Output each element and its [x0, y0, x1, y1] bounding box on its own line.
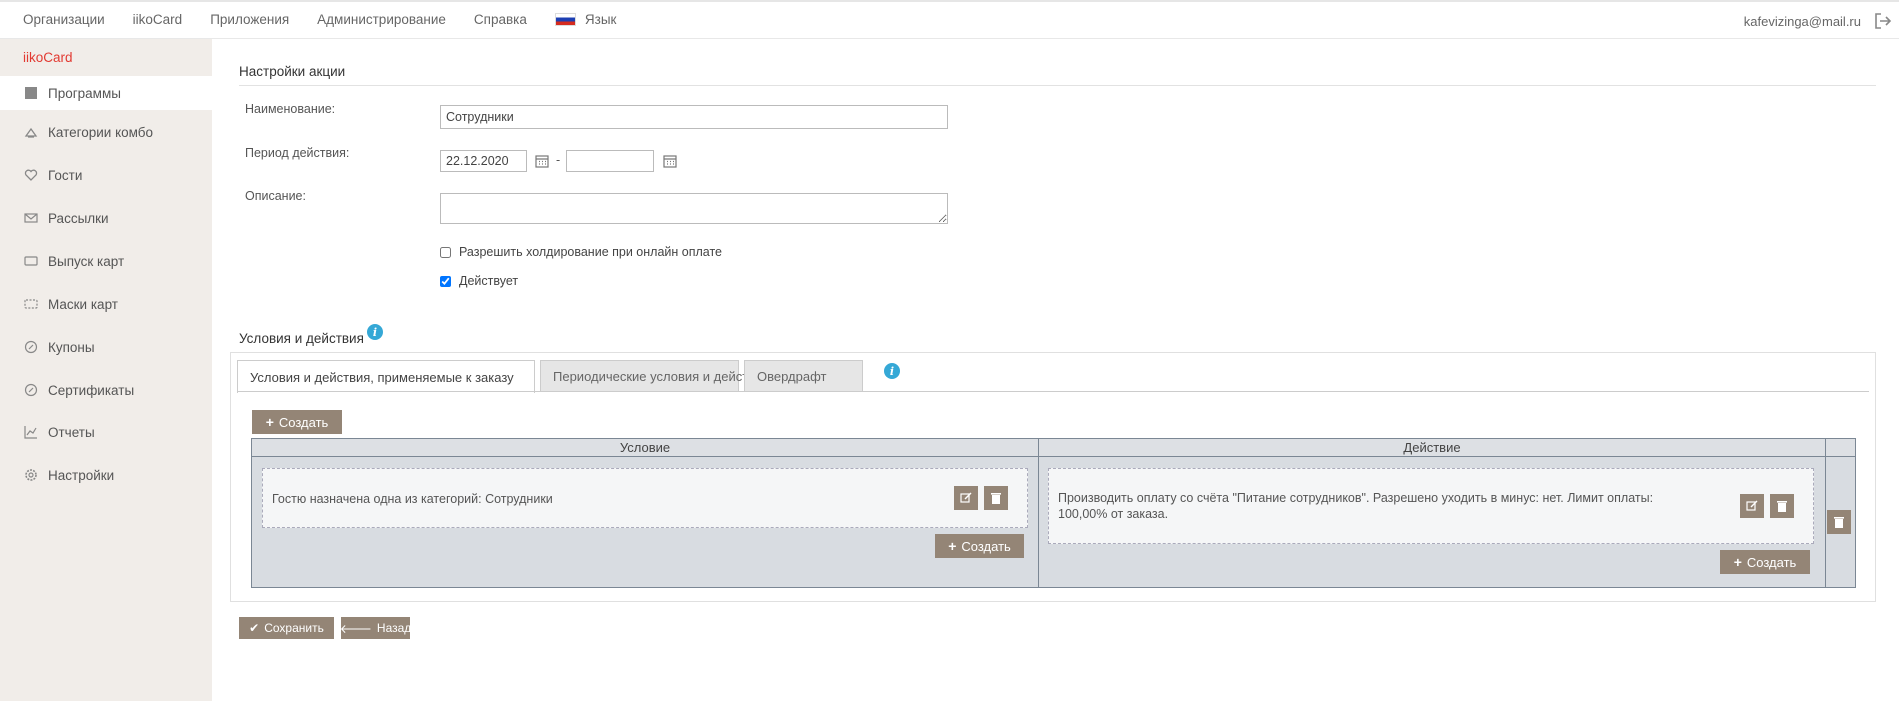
nav-organizations[interactable]: Организации — [23, 12, 105, 27]
sidebar-item-card-masks[interactable]: Маски карт — [0, 287, 212, 321]
divider — [239, 85, 1876, 86]
language-label: Язык — [584, 12, 617, 27]
nav-applications[interactable]: Приложения — [210, 12, 289, 27]
column-header-condition: Условие — [252, 439, 1038, 457]
create-condition-button[interactable]: + Создать — [935, 534, 1024, 558]
conditions-section-title: Условия и действия — [239, 331, 364, 346]
sidebar-item-settings[interactable]: Настройки — [0, 458, 212, 492]
sidebar-item-coupons[interactable]: Купоны — [0, 330, 212, 364]
name-input[interactable] — [440, 105, 948, 129]
sidebar-item-label: Сертификаты — [48, 382, 135, 398]
edit-action-button[interactable] — [1740, 494, 1764, 518]
calendar-icon[interactable] — [663, 154, 677, 168]
logout-icon[interactable] — [1873, 11, 1893, 31]
russia-flag-icon — [554, 13, 576, 26]
sidebar-item-mailings[interactable]: Рассылки — [0, 201, 212, 235]
info-icon[interactable]: i — [367, 324, 383, 340]
sidebar-item-label: Рассылки — [48, 210, 109, 226]
nav-language[interactable]: Язык — [554, 12, 617, 27]
condition-text: Гостю назначена одна из категорий: Сотру… — [272, 492, 553, 506]
gear-icon — [24, 468, 38, 482]
sidebar-item-card-issue[interactable]: Выпуск карт — [0, 244, 212, 278]
action-card: Производить оплату со счёта "Питание сот… — [1048, 468, 1814, 544]
card-icon — [24, 254, 38, 268]
active-label: Действует — [459, 274, 519, 288]
sidebar-item-certificates[interactable]: Сертификаты — [0, 373, 212, 407]
nav-iikocard[interactable]: iikoCard — [133, 12, 183, 27]
create-action-button[interactable]: + Создать — [1720, 550, 1810, 574]
active-checkbox-row[interactable]: Действует — [440, 274, 518, 288]
allow-hold-checkbox-row[interactable]: Разрешить холдирование при онлайн оплате — [440, 245, 722, 259]
column-divider — [1038, 439, 1039, 587]
nav-help[interactable]: Справка — [474, 12, 527, 27]
back-button[interactable]: 🡐 Назад — [339, 617, 411, 639]
user-email[interactable]: kafevizinga@mail.ru — [1744, 14, 1861, 29]
tab-periodic-conditions[interactable]: Периодические условия и действия — [540, 360, 769, 391]
sidebar-item-combo-categories[interactable]: Категории комбо — [0, 115, 212, 149]
heart-icon — [24, 168, 38, 182]
description-textarea[interactable] — [440, 193, 948, 224]
combo-icon — [24, 125, 38, 139]
create-condition-group-button[interactable]: + Создать — [252, 410, 342, 434]
calendar-icon[interactable] — [535, 154, 549, 168]
allow-hold-label: Разрешить холдирование при онлайн оплате — [459, 245, 722, 259]
square-icon — [24, 86, 38, 100]
settings-section-title: Настройки акции — [239, 64, 346, 79]
tabs-divider — [237, 391, 1869, 392]
chart-icon — [24, 425, 38, 439]
trash-icon — [1777, 501, 1787, 512]
check-icon: ✔ — [249, 621, 260, 635]
condition-card: Гостю назначена одна из категорий: Сотру… — [262, 468, 1028, 528]
top-nav: Организации iikoCard Приложения Админист… — [23, 12, 644, 27]
column-header-action: Действие — [1039, 439, 1825, 457]
sidebar-item-reports[interactable]: Отчеты — [0, 415, 212, 449]
delete-condition-button[interactable] — [984, 486, 1008, 510]
sidebar-brand[interactable]: iikoCard — [23, 50, 73, 65]
save-button[interactable]: ✔ Сохранить — [239, 617, 334, 639]
allow-hold-checkbox[interactable] — [440, 246, 451, 258]
action-text: Производить оплату со счёта "Питание сот… — [1058, 491, 1654, 521]
period-separator: - — [556, 153, 561, 167]
sidebar-item-label: Выпуск карт — [48, 253, 125, 269]
sidebar-item-programs[interactable]: Программы — [0, 76, 212, 110]
sidebar-item-label: Программы — [48, 85, 121, 101]
info-icon[interactable]: i — [884, 363, 900, 379]
edit-condition-button[interactable] — [954, 486, 978, 510]
active-checkbox[interactable] — [440, 275, 451, 287]
sidebar-item-guests[interactable]: Гости — [0, 158, 212, 192]
delete-action-button[interactable] — [1770, 494, 1794, 518]
sidebar-item-label: Купоны — [48, 339, 95, 355]
trash-icon — [1834, 517, 1844, 528]
delete-row-button[interactable] — [1827, 510, 1851, 534]
sidebar-item-label: Настройки — [48, 467, 115, 483]
card-mask-icon — [24, 297, 38, 311]
sidebar-item-label: Отчеты — [48, 424, 95, 440]
column-divider — [1825, 439, 1826, 587]
sidebar: iikoCard Программы Категории комбо Гости… — [0, 39, 212, 701]
coupon-icon — [24, 340, 38, 354]
description-label: Описание: — [245, 189, 306, 203]
certificate-icon — [24, 383, 38, 397]
sidebar-item-label: Гости — [48, 167, 83, 183]
column-header-empty — [1826, 439, 1855, 457]
tab-overdraft[interactable]: Овердрафт — [744, 360, 863, 391]
tab-order-conditions[interactable]: Условия и действия, применяемые к заказу — [237, 360, 535, 393]
top-navbar: Организации iikoCard Приложения Админист… — [0, 0, 1899, 39]
sidebar-item-label: Маски карт — [48, 296, 118, 312]
envelope-icon — [24, 211, 38, 225]
period-to-input[interactable] — [566, 150, 654, 172]
edit-icon — [960, 492, 972, 503]
trash-icon — [991, 493, 1001, 504]
period-from-input[interactable] — [440, 150, 527, 172]
name-label: Наименование: — [245, 102, 336, 116]
arrow-left-icon: 🡐 — [339, 621, 372, 636]
sidebar-item-label: Категории комбо — [48, 124, 154, 140]
nav-administration[interactable]: Администрирование — [317, 12, 446, 27]
edit-icon — [1746, 500, 1758, 511]
period-label: Период действия: — [245, 146, 350, 160]
